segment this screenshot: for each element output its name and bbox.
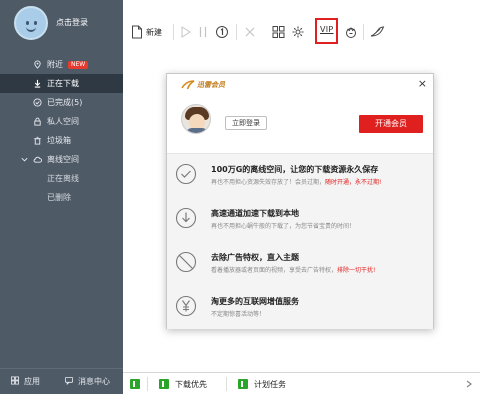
sidebar-item-trash[interactable]: 垃圾箱 bbox=[0, 131, 123, 150]
close-icon[interactable]: × bbox=[418, 78, 427, 90]
new-task-button[interactable]: 新建 bbox=[131, 24, 162, 40]
collapse-arrow-icon[interactable] bbox=[130, 379, 140, 389]
download-arrow-icon bbox=[34, 79, 41, 88]
delete-button[interactable] bbox=[244, 24, 256, 40]
apps-label: 应用 bbox=[24, 377, 40, 386]
grid-icon bbox=[272, 26, 285, 38]
user-avatar[interactable] bbox=[14, 6, 48, 40]
expand-arrow-icon[interactable] bbox=[464, 379, 474, 389]
toolbar: 新建 VIP bbox=[123, 0, 480, 64]
start-button[interactable] bbox=[180, 24, 192, 40]
bottom-divider bbox=[147, 377, 148, 391]
sidebar-item-label: 已删除 bbox=[47, 193, 71, 202]
message-center-button[interactable]: 消息中心 bbox=[64, 376, 110, 387]
trash-icon bbox=[34, 136, 41, 145]
feature-description: 看着播放器或者页面的视频，享受去广告特权，排除一切干扰! bbox=[211, 267, 376, 274]
settings-button[interactable] bbox=[291, 24, 305, 40]
login-link[interactable]: 点击登录 bbox=[56, 17, 88, 28]
no-ads-icon bbox=[175, 251, 197, 273]
gear-icon bbox=[292, 26, 304, 38]
sidebar-item-label: 离线空间 bbox=[47, 155, 79, 164]
apps-button[interactable]: 应用 bbox=[10, 376, 40, 387]
sidebar-item-offline-deleted[interactable]: 已删除 bbox=[0, 188, 123, 207]
location-pin-icon bbox=[34, 60, 41, 69]
open-membership-button[interactable]: 开通会员 bbox=[359, 115, 423, 133]
feature-item: 去除广告特权，直入主题 看着播放器或者页面的视频，享受去广告特权，排除一切干扰! bbox=[167, 242, 433, 286]
close-x-icon bbox=[245, 27, 255, 37]
feature-item: 淘更多的互联网增值服务 不定期惊喜活动等！ bbox=[167, 286, 433, 330]
download-circle-icon bbox=[175, 207, 197, 229]
sidebar-nav: 附近 NEW 正在下载 已完成(5) 私人空间 垃圾箱 离线空间 正在离线 已删除 bbox=[0, 55, 123, 207]
pause-button[interactable] bbox=[197, 24, 209, 40]
check-circle-icon bbox=[175, 163, 197, 185]
check-circle-icon bbox=[33, 98, 42, 107]
sidebar-item-downloading[interactable]: 正在下载 bbox=[0, 74, 123, 93]
sidebar-item-label: 私人空间 bbox=[47, 117, 79, 126]
lock-icon bbox=[34, 117, 41, 126]
member-button[interactable] bbox=[344, 24, 358, 40]
speed-limit-icon bbox=[216, 26, 228, 38]
new-file-icon bbox=[132, 25, 142, 39]
toolbar-divider bbox=[363, 24, 364, 40]
member-crown-icon bbox=[346, 27, 356, 38]
bird-wing-icon bbox=[370, 26, 385, 37]
sidebar-item-label: 垃圾箱 bbox=[47, 136, 71, 145]
feature-description: 再也不用担心蜗牛般的下载了，为您节省宝贵的时间！ bbox=[211, 223, 356, 230]
sidebar-item-label: 附近 bbox=[47, 60, 63, 69]
xunlei-member-logo: 迅雷会员 bbox=[181, 80, 225, 90]
skin-button[interactable] bbox=[369, 24, 385, 40]
apps-grid-button[interactable] bbox=[272, 24, 285, 40]
sidebar-item-offline-space[interactable]: 离线空间 bbox=[0, 150, 123, 169]
feature-title: 100万G的离线空间，让您的下载资源永久保存 bbox=[211, 165, 379, 174]
speed-limit-button[interactable] bbox=[215, 24, 229, 40]
sidebar-item-label: 正在下载 bbox=[47, 79, 79, 88]
bottom-divider bbox=[226, 377, 227, 391]
feature-title: 高速通道加速下载到本地 bbox=[211, 209, 299, 218]
play-icon bbox=[181, 26, 191, 38]
sidebar-item-label: 正在离线 bbox=[47, 174, 79, 183]
feature-item: 高速通道加速下载到本地 再也不用担心蜗牛般的下载了，为您节省宝贵的时间！ bbox=[167, 198, 433, 242]
yen-circle-icon bbox=[175, 295, 197, 317]
logo-text: 迅雷会员 bbox=[197, 81, 225, 89]
login-now-button[interactable]: 立即登录 bbox=[225, 116, 267, 130]
feature-item: 100万G的离线空间，让您的下载资源永久保存 再也不用担心资源失效存放了！会员过… bbox=[167, 154, 433, 198]
toolbar-divider bbox=[173, 24, 174, 40]
sidebar-item-nearby[interactable]: 附近 NEW bbox=[0, 55, 123, 74]
message-icon bbox=[64, 376, 74, 385]
apps-grid-icon bbox=[10, 376, 20, 385]
new-badge: NEW bbox=[68, 61, 89, 69]
xunlei-logo-icon bbox=[181, 80, 195, 90]
feature-title: 淘更多的互联网增值服务 bbox=[211, 297, 299, 306]
schedule-toggle-icon[interactable] bbox=[238, 379, 248, 389]
sidebar-item-offline-active[interactable]: 正在离线 bbox=[0, 169, 123, 188]
vip-button[interactable]: VIP bbox=[320, 25, 334, 34]
scheduled-tasks-button[interactable]: 计划任务 bbox=[254, 379, 286, 390]
vip-popup: 迅雷会员 × 立即登录 开通会员 100万G的离线空间，让您的下载资源永久保存 … bbox=[166, 73, 434, 329]
sidebar-item-label: 已完成(5) bbox=[47, 98, 83, 107]
pause-icon bbox=[199, 27, 207, 37]
download-priority-button[interactable]: 下载优先 bbox=[175, 379, 207, 390]
feature-title: 去除广告特权，直入主题 bbox=[211, 253, 299, 262]
feature-description: 不定期惊喜活动等！ bbox=[211, 311, 266, 318]
cloud-icon bbox=[33, 156, 42, 163]
bottom-bar: 下载优先 计划任务 bbox=[123, 372, 480, 394]
message-center-label: 消息中心 bbox=[78, 377, 110, 386]
sidebar-footer: 应用 消息中心 bbox=[0, 368, 123, 394]
feature-list: 100万G的离线空间，让您的下载资源永久保存 再也不用担心资源失效存放了！会员过… bbox=[167, 153, 433, 329]
priority-toggle-icon[interactable] bbox=[159, 379, 169, 389]
sidebar-item-completed[interactable]: 已完成(5) bbox=[0, 93, 123, 112]
popup-avatar bbox=[181, 104, 211, 134]
new-task-label: 新建 bbox=[146, 27, 162, 37]
feature-description: 再也不用担心资源失效存放了！会员过期，随时开通，永不过期! bbox=[211, 179, 382, 186]
sidebar: 点击登录 附近 NEW 正在下载 已完成(5) 私人空间 垃圾箱 离线空间 正在离 bbox=[0, 0, 123, 394]
sidebar-item-private-space[interactable]: 私人空间 bbox=[0, 112, 123, 131]
toolbar-divider bbox=[236, 24, 237, 40]
chevron-down-icon bbox=[21, 157, 28, 162]
